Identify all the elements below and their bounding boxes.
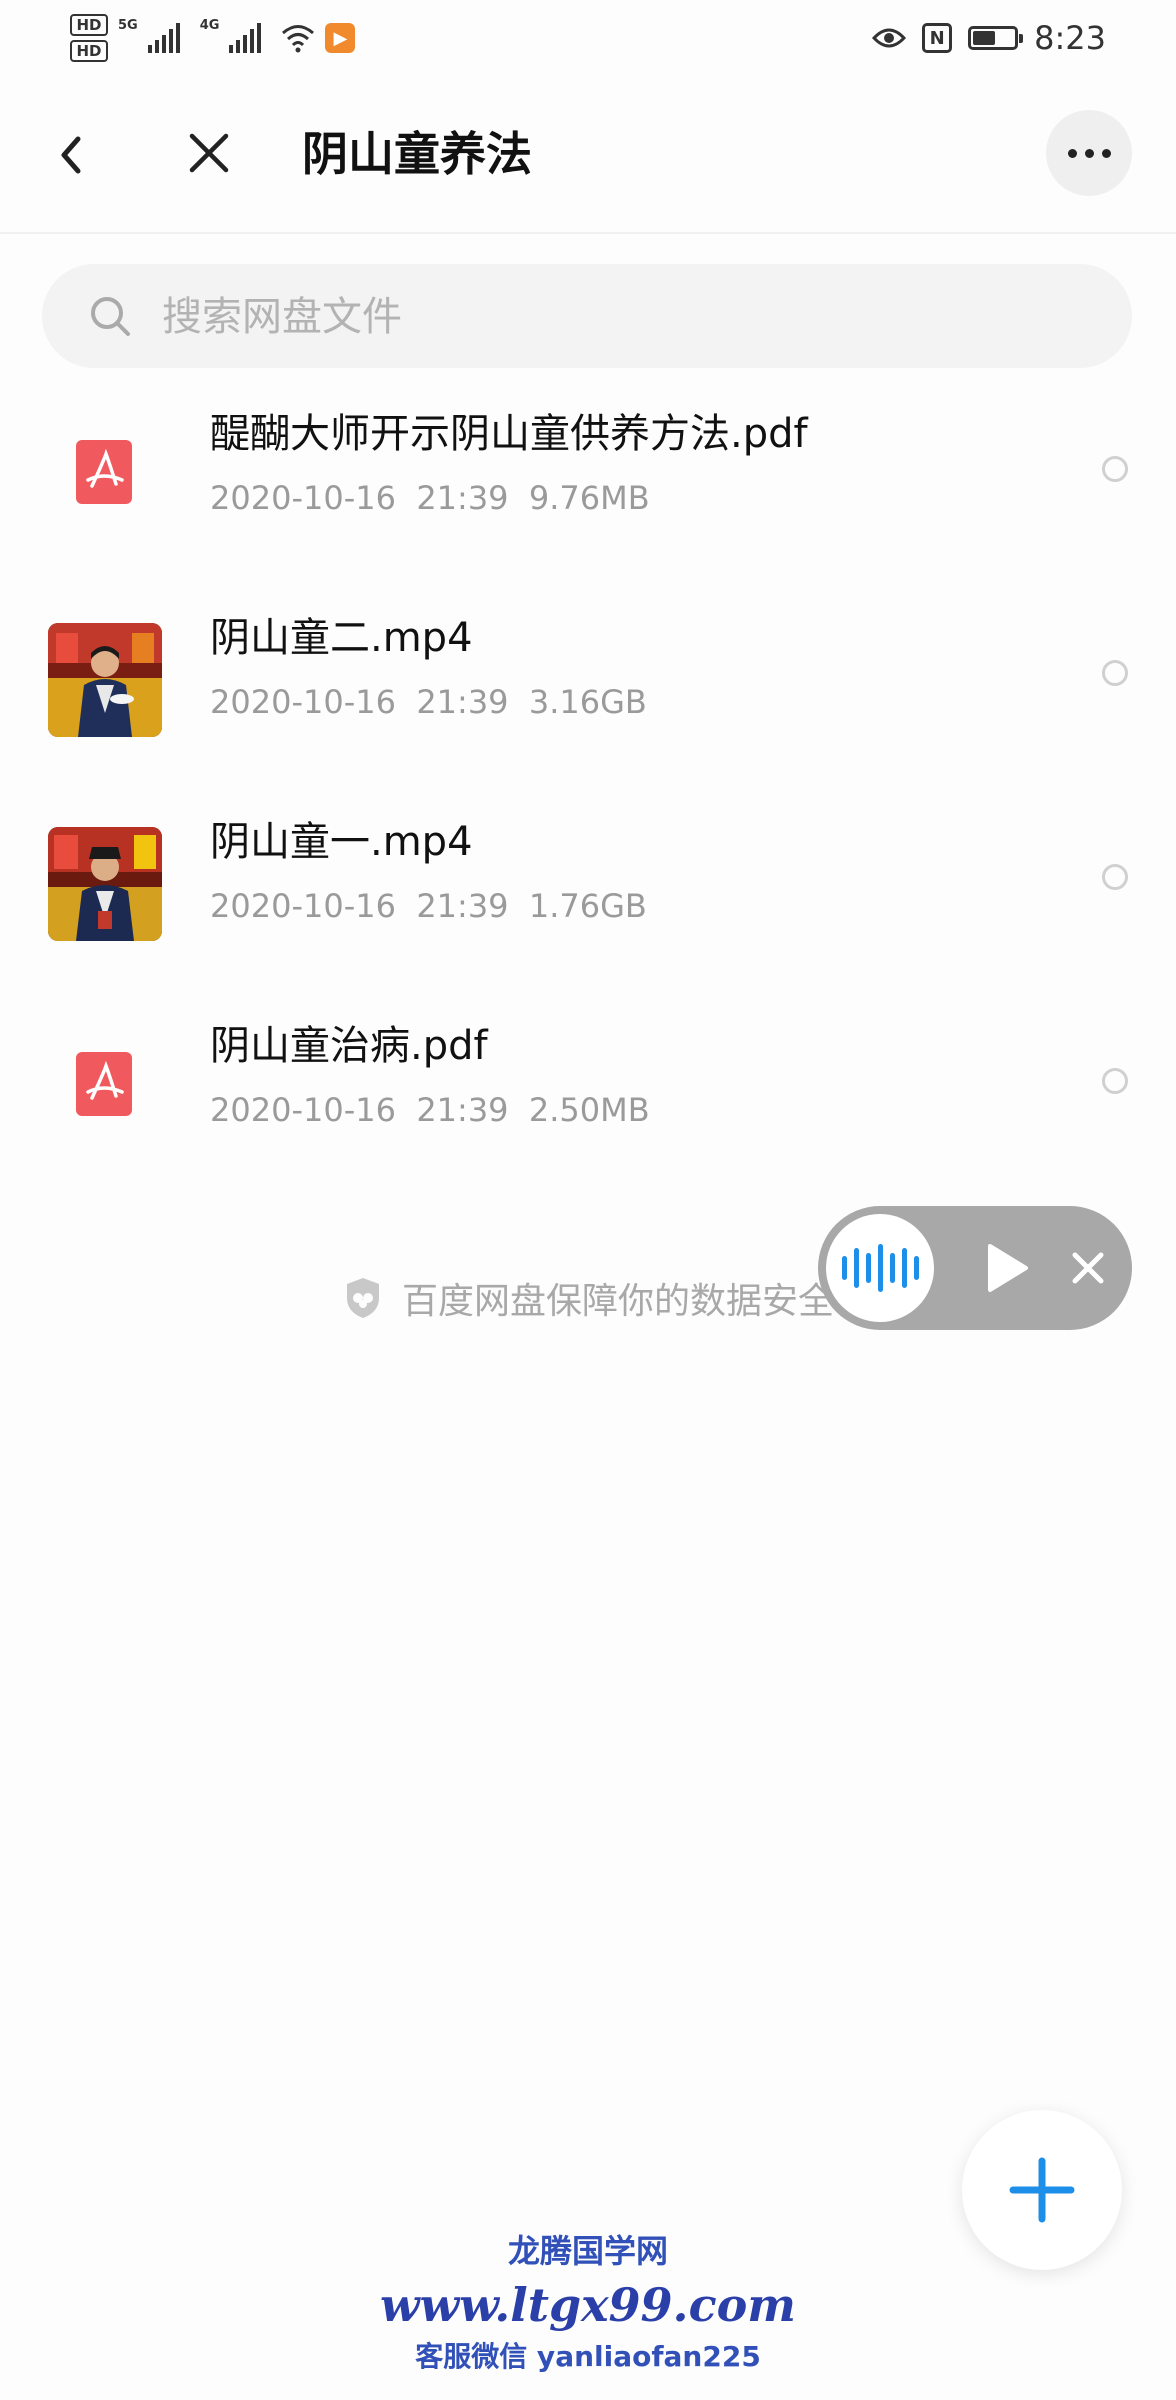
- hd-badge-2: HD: [70, 40, 108, 62]
- nfc-icon: N: [922, 23, 953, 53]
- pdf-icon: [76, 440, 132, 504]
- hd-badge-1: HD: [70, 14, 108, 36]
- floating-audio-player[interactable]: [818, 1206, 1132, 1330]
- network-type-2: 4G: [199, 18, 220, 33]
- pdf-icon: [76, 1052, 132, 1116]
- more-dot: [1101, 148, 1111, 158]
- status-left: HD HD 5G 4G ▶: [70, 8, 356, 68]
- file-size: 3.16GB: [528, 683, 647, 721]
- search-bar[interactable]: [42, 264, 1132, 368]
- close-icon[interactable]: [184, 128, 234, 178]
- eye-comfort-icon: [872, 28, 907, 48]
- wifi-icon: [282, 25, 315, 53]
- voice-wave-icon[interactable]: [826, 1214, 934, 1322]
- select-radio[interactable]: [1102, 864, 1128, 890]
- more-dot: [1067, 148, 1077, 158]
- select-radio[interactable]: [1102, 660, 1128, 686]
- clock: 8:23: [1034, 19, 1106, 57]
- network-type-1: 5G: [118, 18, 138, 33]
- security-note: 百度网盘保障你的数据安全: [344, 1270, 834, 1326]
- file-row[interactable]: 阴山童二.mp4 2020-10-16 21:39 3.16GB: [0, 588, 1176, 792]
- more-dot: [1084, 148, 1094, 158]
- watermark: 龙腾国学网 www.ltgx99.com 客服微信 yanliaofan225: [0, 2228, 1176, 2378]
- select-radio[interactable]: [1102, 1068, 1128, 1094]
- play-icon[interactable]: [986, 1242, 1030, 1294]
- video-thumbnail: [48, 623, 162, 737]
- page-title: 阴山童养法: [302, 127, 532, 181]
- file-name: 阴山童治病.pdf: [210, 1023, 488, 1069]
- shield-icon: [347, 1278, 379, 1318]
- file-meta: 2020-10-16 21:39 3.16GB: [210, 680, 647, 724]
- navigation-bar: 阴山童养法: [0, 100, 1176, 210]
- signal-strength-2-icon: [229, 23, 262, 53]
- hd-indicators: HD HD: [70, 14, 108, 62]
- file-list: 醍醐大师开示阴山童供养方法.pdf 2020-10-16 21:39 9.76M…: [0, 384, 1176, 1200]
- nav-divider: [0, 232, 1176, 234]
- file-size: 9.76MB: [528, 479, 650, 517]
- more-options-button[interactable]: [1046, 110, 1132, 196]
- close-player-icon[interactable]: [1070, 1250, 1106, 1286]
- file-name: 阴山童二.mp4: [210, 615, 473, 661]
- file-date: 2020-10-16 21:39: [210, 683, 509, 721]
- video-thumbnail: [48, 827, 162, 941]
- file-meta: 2020-10-16 21:39 9.76MB: [210, 476, 650, 520]
- security-text: 百度网盘保障你的数据安全: [402, 1281, 835, 1322]
- file-meta: 2020-10-16 21:39 1.76GB: [210, 884, 647, 928]
- signal-strength-1-icon: [147, 23, 180, 53]
- file-name: 阴山童一.mp4: [210, 819, 473, 865]
- file-row[interactable]: 阴山童治病.pdf 2020-10-16 21:39 2.50MB: [0, 996, 1176, 1200]
- back-icon[interactable]: [52, 125, 92, 185]
- plus-icon: [1009, 2157, 1075, 2223]
- app-notification-icon: ▶: [325, 23, 356, 53]
- select-radio[interactable]: [1102, 456, 1128, 482]
- file-date: 2020-10-16 21:39: [210, 887, 509, 925]
- status-right: N 8:23: [872, 14, 1106, 62]
- file-row[interactable]: 阴山童一.mp4 2020-10-16 21:39 1.76GB: [0, 792, 1176, 996]
- watermark-url: www.ltgx99.com: [380, 2278, 796, 2332]
- search-input[interactable]: [160, 286, 1064, 348]
- battery-icon: [968, 26, 1024, 50]
- search-icon: [91, 297, 130, 336]
- file-date: 2020-10-16 21:39: [210, 479, 509, 517]
- file-date: 2020-10-16 21:39: [210, 1091, 509, 1129]
- file-size: 1.76GB: [528, 887, 647, 925]
- file-row[interactable]: 醍醐大师开示阴山童供养方法.pdf 2020-10-16 21:39 9.76M…: [0, 384, 1176, 588]
- watermark-site-name: 龙腾国学网: [507, 2232, 668, 2270]
- file-name: 醍醐大师开示阴山童供养方法.pdf: [210, 411, 808, 457]
- file-meta: 2020-10-16 21:39 2.50MB: [210, 1088, 650, 1132]
- watermark-contact: 客服微信 yanliaofan225: [415, 2340, 761, 2373]
- status-bar: HD HD 5G 4G ▶ N 8:23: [0, 0, 1176, 72]
- file-size: 2.50MB: [528, 1091, 650, 1129]
